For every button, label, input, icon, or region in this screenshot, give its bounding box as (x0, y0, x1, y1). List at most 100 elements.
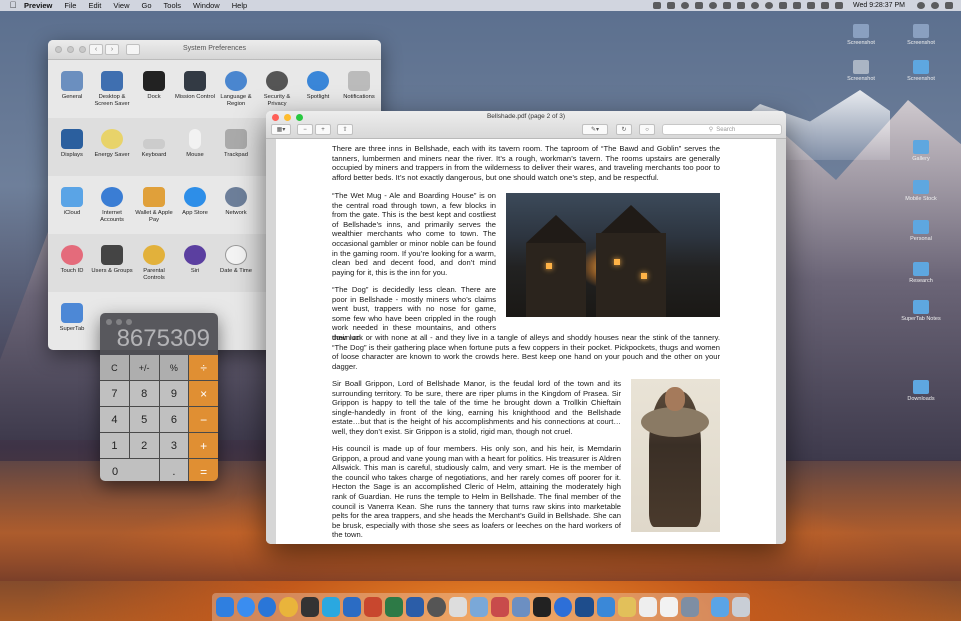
key-1[interactable]: 1 (100, 433, 129, 458)
menu-app-name[interactable]: Preview (24, 1, 52, 10)
desktop-icon[interactable]: Research (896, 262, 946, 284)
desktop-icon[interactable]: Downloads (896, 380, 946, 402)
status-app-icon[interactable] (736, 2, 745, 9)
pane-dock[interactable]: Dock (132, 71, 176, 101)
menu-tools[interactable]: Tools (164, 1, 182, 10)
app-icon[interactable] (617, 597, 636, 617)
desktop-icon[interactable]: Personal (896, 220, 946, 242)
minimize-button[interactable] (116, 319, 122, 325)
key-clear[interactable]: C (100, 355, 129, 380)
status-app-icon[interactable] (750, 2, 759, 9)
key-equals[interactable]: = (189, 459, 218, 481)
document-view[interactable]: There are three inns in Bellshade, each … (266, 139, 786, 544)
menu-edit[interactable]: Edit (88, 1, 101, 10)
pane-parental[interactable]: Parental Controls (132, 245, 176, 281)
menu-file[interactable]: File (64, 1, 76, 10)
outlook-icon[interactable] (342, 597, 361, 617)
finder-icon[interactable] (216, 597, 235, 617)
pane-notifications[interactable]: Notifications (337, 71, 381, 101)
status-app-icon[interactable] (764, 2, 773, 9)
app-icon[interactable] (638, 597, 657, 617)
menu-help[interactable]: Help (232, 1, 247, 10)
status-app-icon[interactable] (666, 2, 675, 9)
powerpoint-icon[interactable] (363, 597, 383, 617)
desktop-icon[interactable]: Gallery (896, 140, 946, 162)
pane-siri[interactable]: Siri (173, 245, 217, 275)
system-preferences-icon[interactable] (427, 597, 446, 617)
pane-keyboard[interactable]: Keyboard (132, 129, 176, 159)
key-add[interactable]: + (189, 433, 218, 458)
terminal-icon[interactable] (533, 597, 552, 617)
pane-wallet[interactable]: Wallet & Apple Pay (132, 187, 176, 223)
key-divide[interactable]: ÷ (189, 355, 218, 380)
pane-icloud[interactable]: iCloud (50, 187, 94, 217)
share-icon[interactable]: ⇧ (337, 124, 353, 135)
sidebar-toggle-button[interactable]: ▦▾ (271, 124, 291, 135)
desktop-icon[interactable]: Screenshot (836, 24, 886, 46)
wifi-icon[interactable] (792, 2, 801, 9)
pane-general[interactable]: General (50, 71, 94, 101)
status-app-icon[interactable] (694, 2, 703, 9)
volume-icon[interactable] (806, 2, 815, 9)
menu-window[interactable]: Window (193, 1, 220, 10)
pane-touch-id[interactable]: Touch ID (50, 245, 94, 275)
zoom-in-icon[interactable]: + (315, 124, 331, 135)
key-7[interactable]: 7 (100, 381, 129, 406)
key-8[interactable]: 8 (129, 381, 159, 406)
spotlight-icon[interactable] (931, 2, 939, 9)
rotate-icon[interactable]: ↻ (616, 124, 632, 135)
key-decimal[interactable]: . (159, 459, 189, 481)
app-icon[interactable] (575, 597, 594, 617)
pane-date-time[interactable]: Date & Time (214, 245, 258, 275)
status-app-icon[interactable] (722, 2, 731, 9)
zoom-out-icon[interactable]: − (297, 124, 313, 135)
key-percent[interactable]: % (159, 355, 189, 380)
pane-users[interactable]: Users & Groups (90, 245, 134, 275)
desktop-icon[interactable]: SuperTab Notes (896, 300, 946, 322)
key-0[interactable]: 0 (100, 459, 159, 481)
pane-spotlight[interactable]: Spotlight (296, 71, 340, 101)
desktop-icon[interactable]: Screenshot (896, 24, 946, 46)
key-6[interactable]: 6 (159, 407, 189, 432)
word-icon[interactable] (406, 597, 425, 617)
flag-icon[interactable] (834, 2, 843, 9)
pane-energy[interactable]: Energy Saver (90, 129, 134, 159)
calendar-icon[interactable] (659, 597, 679, 617)
skype-icon[interactable] (321, 597, 340, 617)
app-icon[interactable] (490, 597, 509, 617)
pane-app-store[interactable]: App Store (173, 187, 217, 217)
menu-go[interactable]: Go (142, 1, 152, 10)
status-app-icon[interactable] (652, 2, 661, 9)
pane-language[interactable]: Language & Region (214, 71, 258, 107)
zoom-button[interactable] (126, 319, 132, 325)
pane-displays[interactable]: Displays (50, 129, 94, 159)
desktop-icon[interactable]: Mobile Stock (896, 180, 946, 202)
maps-icon[interactable] (554, 597, 573, 617)
key-subtract[interactable]: − (189, 407, 218, 432)
markup-pen-icon[interactable]: ✎▾ (582, 124, 608, 135)
pane-mouse[interactable]: Mouse (173, 129, 217, 159)
app-icon[interactable] (681, 597, 700, 617)
menu-clock[interactable]: Wed 9:28:37 PM (853, 2, 905, 9)
trash-icon[interactable] (731, 597, 750, 617)
status-app-icon[interactable] (680, 2, 689, 9)
pane-network[interactable]: Network (214, 187, 258, 217)
key-negate[interactable]: +/- (129, 355, 159, 380)
desktop-icon[interactable]: Screenshot (896, 60, 946, 82)
battery-icon[interactable] (820, 2, 829, 9)
key-2[interactable]: 2 (129, 433, 159, 458)
pane-desktop[interactable]: Desktop & Screen Saver (90, 71, 134, 107)
search-input[interactable]: ⚲ Search (662, 124, 782, 135)
app-icon[interactable] (596, 597, 615, 617)
app-icon[interactable] (300, 597, 319, 617)
safari-icon[interactable] (258, 597, 277, 617)
key-5[interactable]: 5 (129, 407, 159, 432)
downloads-folder-icon[interactable] (710, 597, 729, 617)
pane-mission-control[interactable]: Mission Control (173, 71, 217, 101)
app-icon[interactable] (511, 597, 531, 617)
status-app-icon[interactable] (778, 2, 787, 9)
notification-center-icon[interactable] (945, 2, 953, 9)
key-3[interactable]: 3 (159, 433, 189, 458)
desktop-icon[interactable]: Screenshot (836, 60, 886, 82)
pane-supertab[interactable]: SuperTab (50, 303, 94, 333)
